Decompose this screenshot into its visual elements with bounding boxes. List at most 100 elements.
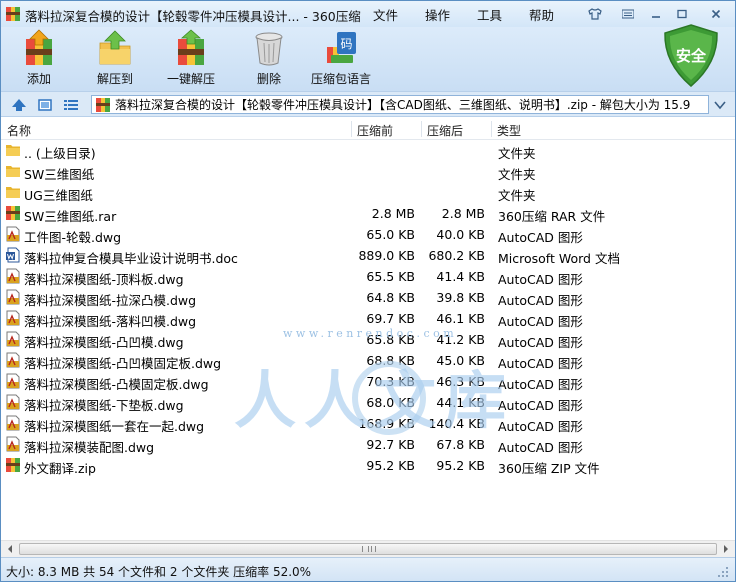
one-click-extract-button[interactable]: 一键解压 [167,29,215,89]
file-row[interactable]: 落料拉深模图纸-下垫板.dwg 68.0 KB 44.1 KB AutoCAD 图形 [1,392,735,413]
column-name[interactable]: 名称 [7,122,31,139]
autocad-file-icon [6,352,20,368]
file-original-size: 889.0 KB [358,248,415,263]
file-row[interactable]: 外文翻译.zip 95.2 KB 95.2 KB 360压缩 ZIP 文件 [1,455,735,476]
file-row[interactable]: 工件图-轮毂.dwg 65.0 KB 40.0 KB AutoCAD 图形 [1,224,735,245]
file-packed-size: 40.0 KB [436,227,485,242]
file-original-size: 168.9 KB [358,416,415,431]
file-original-size: 95.2 KB [366,458,415,473]
file-type: AutoCAD 图形 [498,377,583,392]
path-dropdown-button[interactable] [709,95,731,114]
archive-language-button[interactable]: 码 压缩包语言 [311,29,371,89]
file-name: 落料拉深模图纸一套在一起.dwg [24,419,205,434]
extract-to-icon [99,30,131,65]
file-row[interactable]: 落料拉深模图纸-凸凹模固定板.dwg 68.8 KB 45.0 KB AutoCAD … [1,350,735,371]
file-original-size: 68.0 KB [366,395,415,410]
delete-label: 删除 [256,72,281,86]
scroll-right-button[interactable] [718,543,734,555]
file-original-size: 65.8 KB [366,332,415,347]
app-window: 落料拉深复合模的设计【轮毂零件冲压模具设计... - 360压缩 文件 操作 工… [0,0,736,582]
minimize-button[interactable] [646,5,666,22]
file-row[interactable]: 落料拉深模装配图.dwg 92.7 KB 67.8 KB AutoCAD 图形 [1,434,735,455]
path-field[interactable]: 落料拉深复合模的设计【轮毂零件冲压模具设计】【含CAD图纸、三维图纸、说明书】.… [91,95,709,114]
file-type: 文件夹 [498,146,536,161]
one-click-extract-label: 一键解压 [167,72,216,86]
file-row[interactable]: 落料拉深模图纸-拉深凸模.dwg 64.8 KB 39.8 KB AutoCAD 图形 [1,287,735,308]
file-type: AutoCAD 图形 [498,272,583,287]
scroll-thumb[interactable] [19,543,717,555]
column-type[interactable]: 类型 [497,122,521,139]
status-bar: 大小: 8.3 MB 共 54 个文件和 2 个文件夹 压缩率 52.0% [1,557,735,581]
file-row[interactable]: SW三维图纸.rar 2.8 MB 2.8 MB 360压缩 RAR 文件 [1,203,735,224]
autocad-file-icon [6,226,20,242]
column-original-size[interactable]: 压缩前 [357,122,393,139]
close-button[interactable] [706,5,726,22]
file-name: 落料拉深模图纸-凸模固定板.dwg [24,377,209,392]
add-label: 添加 [26,72,51,86]
file-packed-size: 41.4 KB [436,269,485,284]
up-level-icon[interactable] [11,97,27,113]
file-original-size: 2.8 MB [371,206,415,221]
scroll-left-button[interactable] [2,543,18,555]
file-row[interactable]: .. (上级目录) 文件夹 [1,140,735,161]
file-name: 落料拉深模图纸-凸凹模.dwg [24,335,184,350]
security-shield-button[interactable]: 安全 [661,23,721,89]
shirt-icon [588,7,602,20]
menu-file[interactable]: 文件 [373,5,398,24]
extract-to-label: 解压到 [97,72,134,86]
autocad-file-icon [6,436,20,452]
extract-to-button[interactable]: 解压到 [97,29,133,89]
file-row[interactable]: 落料拉伸复合模具毕业设计说明书.doc 889.0 KB 680.2 KB Micro… [1,245,735,266]
archive-icon [6,206,20,220]
address-bar: 落料拉深复合模的设计【轮毂零件冲压模具设计】【含CAD图纸、三维图纸、说明书】.… [1,91,735,117]
file-type: AutoCAD 图形 [498,314,583,329]
maximize-button[interactable] [672,5,692,22]
archive-language-label: 压缩包语言 [311,72,372,86]
column-divider[interactable] [491,121,492,137]
column-packed-size[interactable]: 压缩后 [427,122,463,139]
file-name: SW三维图纸 [24,167,95,182]
autocad-file-icon [6,268,20,284]
thumbnail-view-icon[interactable] [37,97,53,113]
file-packed-size: 67.8 KB [436,437,485,452]
file-packed-size: 95.2 KB [436,458,485,473]
autocad-file-icon [6,331,20,347]
menu-help[interactable]: 帮助 [529,5,554,24]
add-button[interactable]: 添加 [21,29,57,89]
toolbar: 添加 解压到 一键解压 删除 码 压缩包语言 [1,27,735,91]
resize-grip-icon[interactable] [717,566,729,578]
word-document-icon [6,247,20,263]
grip-icon [362,546,376,552]
file-type: AutoCAD 图形 [498,335,583,350]
file-type: AutoCAD 图形 [498,440,583,455]
file-row[interactable]: SW三维图纸 文件夹 [1,161,735,182]
autocad-file-icon [6,289,20,305]
file-row[interactable]: 落料拉深模图纸一套在一起.dwg 168.9 KB 140.4 KB AutoCAD … [1,413,735,434]
autocad-file-icon [6,310,20,326]
archive-language-icon: 码 [327,32,356,63]
column-divider[interactable] [351,121,352,137]
file-row[interactable]: 落料拉深模图纸-顶料板.dwg 65.5 KB 41.4 KB AutoCAD 图形 [1,266,735,287]
file-row[interactable]: UG三维图纸 文件夹 [1,182,735,203]
menu-operation[interactable]: 操作 [425,5,450,24]
column-divider[interactable] [421,121,422,137]
file-name: 落料拉伸复合模具毕业设计说明书.doc [24,251,238,266]
folder-icon [6,187,20,198]
menu-tools[interactable]: 工具 [477,5,502,24]
delete-button[interactable]: 删除 [251,29,287,89]
file-row[interactable]: 落料拉深模图纸-凸模固定板.dwg 70.3 KB 46.3 KB AutoCAD 图… [1,371,735,392]
skin-button[interactable] [585,5,605,22]
file-row[interactable]: 落料拉深模图纸-凸凹模.dwg 65.8 KB 41.2 KB AutoCAD 图形 [1,329,735,350]
file-packed-size: 44.1 KB [436,395,485,410]
file-type: 文件夹 [498,188,536,203]
autocad-file-icon [6,394,20,410]
list-view-icon[interactable] [63,97,79,113]
horizontal-scrollbar[interactable] [1,540,735,557]
file-row[interactable]: 落料拉深模图纸-落料凹模.dwg 69.7 KB 46.1 KB AutoCAD 图形 [1,308,735,329]
archive-icon [96,97,110,112]
menu-dropdown-button[interactable] [618,5,638,22]
autocad-file-icon [6,373,20,389]
app-logo-icon [6,7,20,21]
column-header: 名称 压缩前 压缩后 类型 [1,118,735,140]
autocad-file-icon [6,415,20,431]
